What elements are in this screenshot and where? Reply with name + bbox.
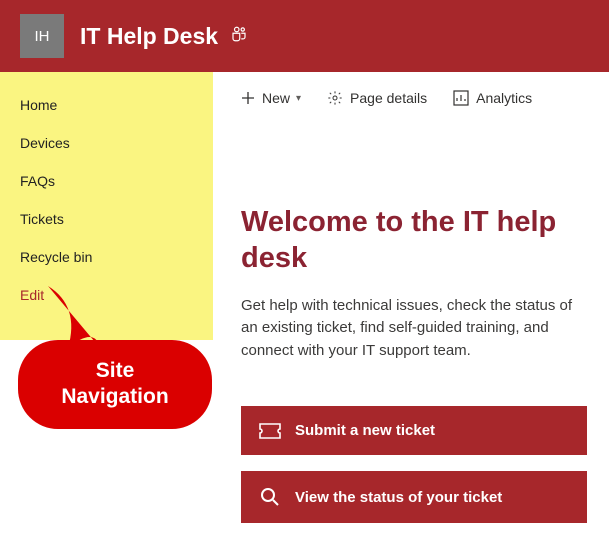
nav-item-devices[interactable]: Devices — [0, 124, 213, 162]
callout-line2: Navigation — [42, 384, 188, 410]
new-label: New — [262, 90, 290, 106]
command-bar: New ▾ Page details Analytics — [241, 90, 587, 114]
welcome-section: Welcome to the IT help desk Get help wit… — [241, 204, 587, 362]
nav-item-faqs[interactable]: FAQs — [0, 162, 213, 200]
page-details-label: Page details — [350, 90, 427, 106]
action-buttons: Submit a new ticket View the status of y… — [241, 406, 587, 523]
submit-ticket-button[interactable]: Submit a new ticket — [241, 406, 587, 455]
site-logo[interactable]: IH — [20, 14, 64, 58]
plus-icon — [241, 91, 255, 105]
callout-line1: Site — [42, 358, 188, 384]
page-heading: Welcome to the IT help desk — [241, 204, 587, 277]
chevron-down-icon: ▾ — [296, 93, 301, 104]
analytics-button[interactable]: Analytics — [453, 90, 532, 106]
view-status-button[interactable]: View the status of your ticket — [241, 471, 587, 523]
submit-ticket-label: Submit a new ticket — [295, 422, 435, 439]
analytics-icon — [453, 90, 469, 106]
gear-icon — [327, 90, 343, 106]
search-icon — [259, 487, 281, 507]
site-logo-text: IH — [35, 28, 50, 45]
nav-item-tickets[interactable]: Tickets — [0, 200, 213, 238]
annotation-callout: Site Navigation — [18, 340, 218, 429]
site-header: IH IT Help Desk — [0, 0, 609, 72]
ticket-icon — [259, 423, 281, 439]
nav-item-recyclebin[interactable]: Recycle bin — [0, 238, 213, 276]
page-details-button[interactable]: Page details — [327, 90, 427, 106]
new-button[interactable]: New ▾ — [241, 90, 301, 106]
analytics-label: Analytics — [476, 90, 532, 106]
callout-tail-icon — [40, 286, 110, 356]
teams-icon[interactable] — [230, 25, 248, 48]
view-status-label: View the status of your ticket — [295, 489, 502, 506]
nav-item-home[interactable]: Home — [0, 86, 213, 124]
main-content: New ▾ Page details Analytics Welcome to … — [213, 72, 609, 546]
page-intro: Get help with technical issues, check th… — [241, 295, 587, 363]
site-title[interactable]: IT Help Desk — [80, 23, 218, 50]
